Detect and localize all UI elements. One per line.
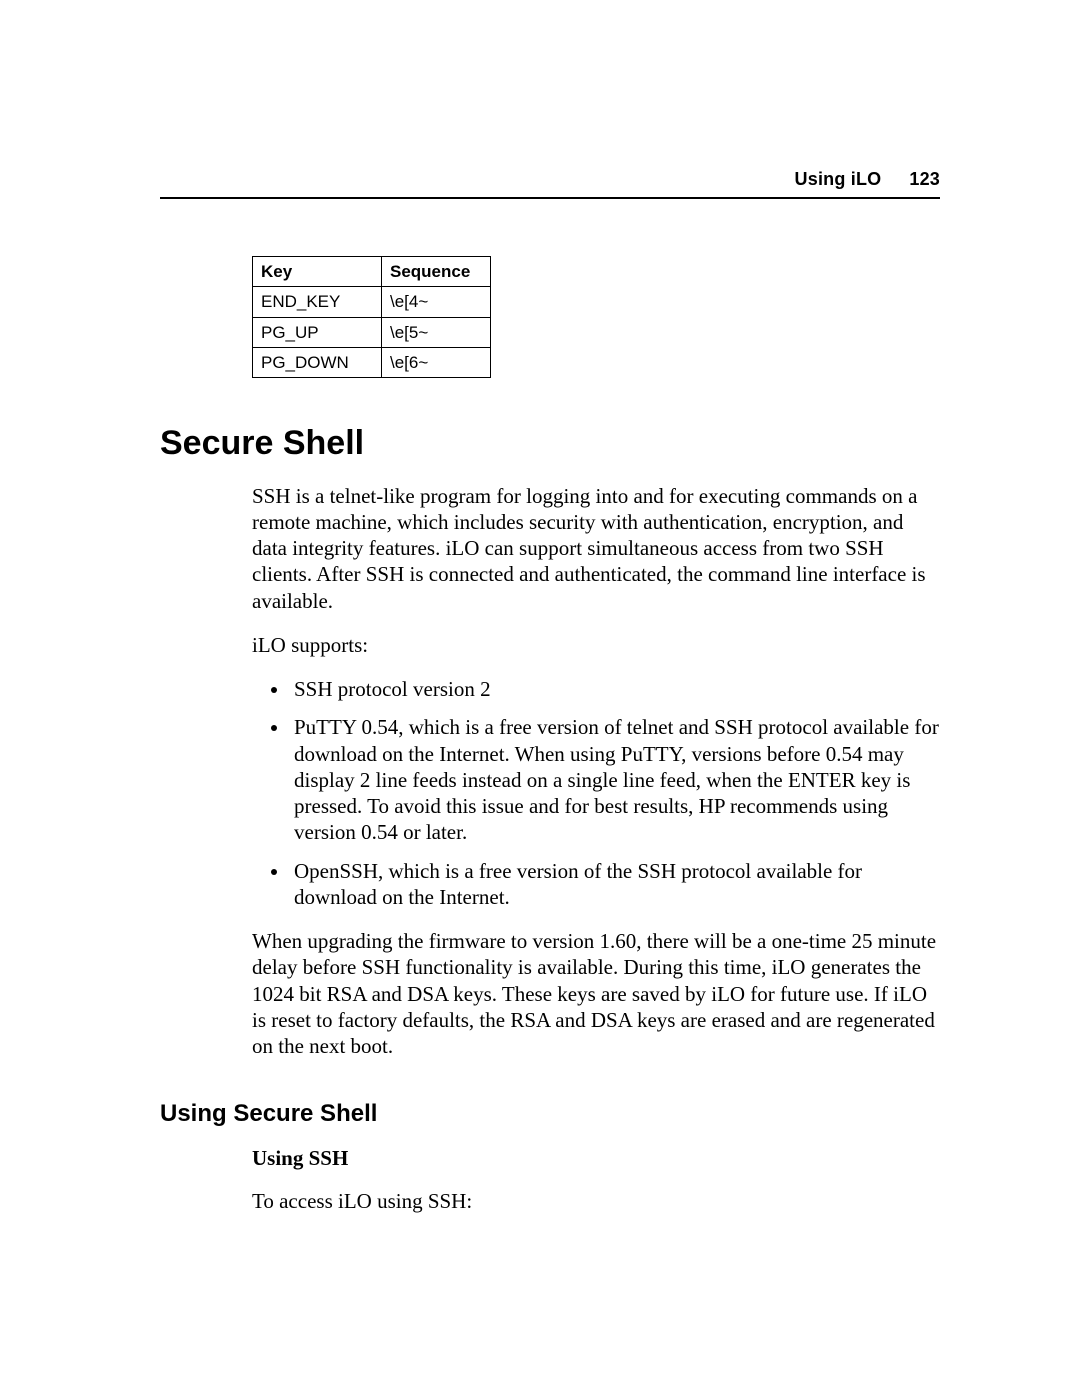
body-column: SSH is a telnet-like program for logging… — [252, 483, 940, 1060]
paragraph: To access iLO using SSH: — [252, 1188, 940, 1214]
heading-using-secure-shell: Using Secure Shell — [160, 1099, 940, 1129]
heading-secure-shell: Secure Shell — [160, 422, 940, 465]
table-cell-key: END_KEY — [253, 287, 382, 317]
table-row: PG_UP \e[5~ — [253, 317, 491, 347]
table-cell-key: PG_UP — [253, 317, 382, 347]
table-header-sequence: Sequence — [382, 257, 491, 287]
list-item: OpenSSH, which is a free version of the … — [290, 858, 940, 911]
heading-using-ssh: Using SSH — [252, 1145, 940, 1171]
paragraph: SSH is a telnet-like program for logging… — [252, 483, 940, 614]
running-header: Using iLO 123 — [160, 168, 940, 199]
list-item: PuTTY 0.54, which is a free version of t… — [290, 714, 940, 845]
header-page-number: 123 — [909, 169, 940, 189]
table-cell-sequence: \e[4~ — [382, 287, 491, 317]
table-row: PG_DOWN \e[6~ — [253, 347, 491, 377]
key-sequence-table: Key Sequence END_KEY \e[4~ PG_UP \e[5~ P… — [252, 256, 491, 378]
header-section: Using iLO — [795, 169, 882, 189]
paragraph: iLO supports: — [252, 632, 940, 658]
table-header-row: Key Sequence — [253, 257, 491, 287]
table-cell-sequence: \e[5~ — [382, 317, 491, 347]
list-item: SSH protocol version 2 — [290, 676, 940, 702]
body-column: Using SSH To access iLO using SSH: — [252, 1145, 940, 1214]
table-cell-sequence: \e[6~ — [382, 347, 491, 377]
page: Using iLO 123 Key Sequence END_KEY \e[4~ … — [0, 0, 1080, 1397]
body-column: Key Sequence END_KEY \e[4~ PG_UP \e[5~ P… — [252, 256, 940, 378]
bullet-list: SSH protocol version 2 PuTTY 0.54, which… — [252, 676, 940, 910]
table-cell-key: PG_DOWN — [253, 347, 382, 377]
paragraph: When upgrading the firmware to version 1… — [252, 928, 940, 1059]
table-header-key: Key — [253, 257, 382, 287]
table-row: END_KEY \e[4~ — [253, 287, 491, 317]
